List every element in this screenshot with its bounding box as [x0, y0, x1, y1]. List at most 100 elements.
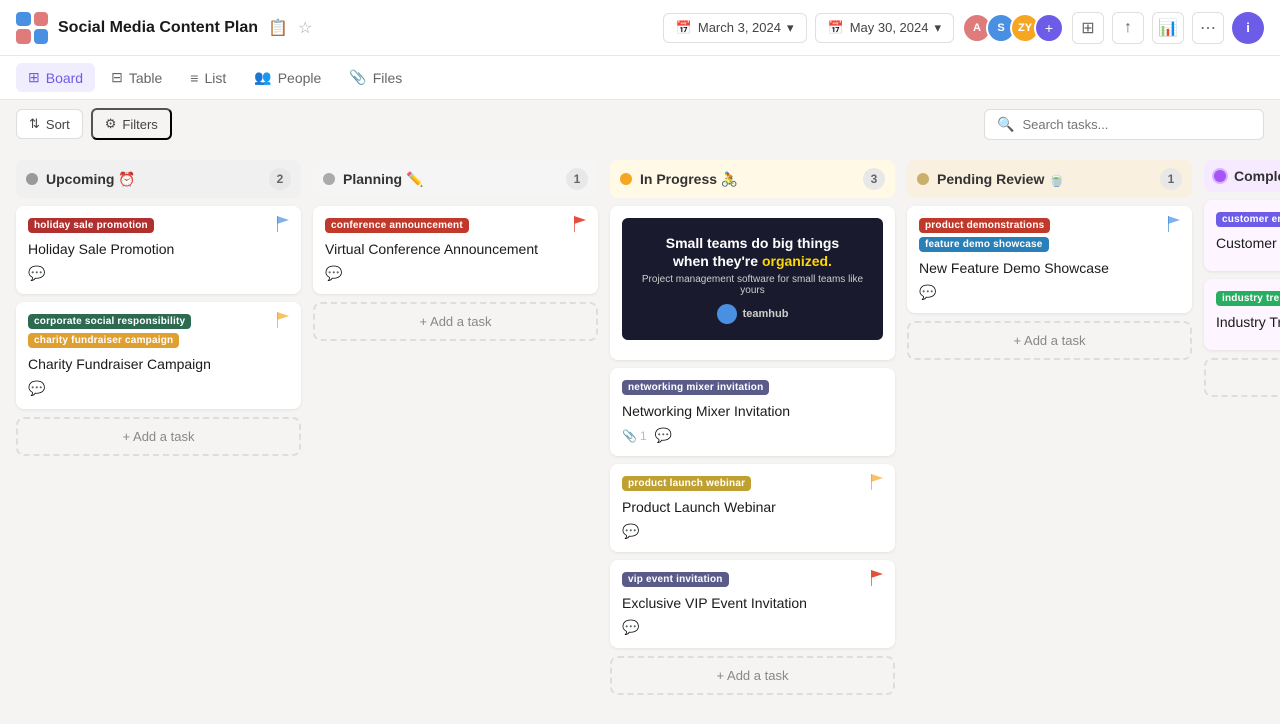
add-member-button[interactable]: +	[1034, 13, 1064, 43]
filter-button[interactable]: ⚙ Filters	[91, 108, 172, 140]
chevron-down-icon: ▾	[787, 20, 794, 36]
column-title-upcoming: Upcoming ⏰	[46, 171, 136, 188]
start-date-button[interactable]: 📅 March 3, 2024 ▾	[663, 13, 807, 43]
card-c3[interactable]: conference announcementVirtual Conferenc…	[313, 206, 598, 294]
add-task-button-upcoming[interactable]: + Add a task	[16, 417, 301, 456]
add-task-button-planning[interactable]: + Add a task	[313, 302, 598, 341]
comment-icon-c1: 💬	[28, 265, 45, 282]
card-footer-c8: 💬	[919, 284, 1180, 301]
tag-vip-event-invitation: vip event invitation	[622, 572, 729, 587]
board-icon: ⊞	[28, 69, 40, 86]
card-title-c1: Holiday Sale Promotion	[28, 241, 289, 257]
inprogress-dot	[620, 173, 632, 185]
tag-product-demonstratio: product demonstrations	[919, 218, 1050, 233]
attach-count: 1	[640, 429, 647, 443]
flag-c1	[277, 216, 291, 237]
card-title-c8: New Feature Demo Showcase	[919, 260, 1180, 276]
nav-bar: ⊞ Board ⊟ Table ≡ List 👥 People 📎 Files	[0, 56, 1280, 100]
tags-c7: vip event invitation	[622, 572, 883, 587]
flag-c2	[277, 312, 291, 333]
card-c10[interactable]: industry trends wor... Industry Trend...	[1204, 279, 1280, 350]
column-planning: Planning ✏️1 conference announcementVirtu…	[313, 160, 598, 341]
add-task-button-inprogress[interactable]: + Add a task	[610, 656, 895, 695]
column-header-complete: Complete	[1204, 160, 1280, 192]
ad-logo-circle	[717, 304, 737, 324]
card-footer-c2: 💬	[28, 380, 289, 397]
tag-holiday-sale-promoti: holiday sale promotion	[28, 218, 154, 233]
end-date-button[interactable]: 📅 May 30, 2024 ▾	[815, 13, 955, 43]
comment-icon-c2: 💬	[28, 380, 45, 397]
complete-dot	[1214, 170, 1226, 182]
tag-customer-engagem...: customer engagem...	[1216, 212, 1280, 227]
card-c1[interactable]: holiday sale promotion Holiday Sale Promo…	[16, 206, 301, 294]
card-title-c7: Exclusive VIP Event Invitation	[622, 595, 883, 611]
card-image-ad: Small teams do big thingswhen they're or…	[622, 218, 883, 340]
ad-logo: teamhub	[717, 304, 789, 324]
column-inprogress: In Progress 🚴3 Small teams do big things…	[610, 160, 895, 695]
tags-c5: networking mixer invitation	[622, 380, 883, 395]
filter-label: Filters	[122, 117, 157, 132]
card-footer-c5: 📎1💬	[622, 427, 883, 444]
card-title-c6: Product Launch Webinar	[622, 499, 883, 515]
comment-icon-c7: 💬	[622, 619, 639, 636]
info-button[interactable]: i	[1232, 12, 1264, 44]
list-icon: ≡	[190, 70, 198, 86]
toolbar: ⇅ Sort ⚙ Filters 🔍	[0, 100, 1280, 148]
attach-icon: 📎	[622, 429, 637, 443]
column-count-upcoming: 2	[269, 168, 291, 190]
favorite-button[interactable]: ☆	[298, 18, 312, 38]
more-options-icon[interactable]: ⋯	[1192, 12, 1224, 44]
comment-icon-c8: 💬	[919, 284, 936, 301]
nav-label-table: Table	[129, 70, 162, 86]
card-title-c10: Industry Trend...	[1216, 314, 1280, 330]
share-icon[interactable]: ↑	[1112, 12, 1144, 44]
filter-icon: ⚙	[105, 116, 117, 132]
nav-item-board[interactable]: ⊞ Board	[16, 63, 95, 92]
column-title-pending: Pending Review 🍵	[937, 171, 1066, 188]
upcoming-dot	[26, 173, 38, 185]
comment-icon-c3: 💬	[325, 265, 342, 282]
nav-item-files[interactable]: 📎 Files	[337, 63, 414, 92]
avatar-group: A S ZY +	[962, 13, 1064, 43]
tags-c10: industry trends wor...	[1216, 291, 1280, 306]
search-input[interactable]	[1022, 117, 1251, 132]
header: Social Media Content Plan 📋 ☆ 📅 March 3,…	[0, 0, 1280, 56]
sort-button[interactable]: ⇅ Sort	[16, 109, 83, 139]
column-header-upcoming: Upcoming ⏰ 2	[16, 160, 301, 198]
card-c5[interactable]: networking mixer invitationNetworking Mi…	[610, 368, 895, 456]
column-header-inprogress: In Progress 🚴3	[610, 160, 895, 198]
card-c2[interactable]: corporate social responsibility charity f…	[16, 302, 301, 409]
card-footer-c7: 💬	[622, 619, 883, 636]
ad-sub: Project management software for small te…	[638, 274, 867, 296]
widget-icon[interactable]: ⊞	[1072, 12, 1104, 44]
nav-item-table[interactable]: ⊟ Table	[99, 63, 174, 92]
flag-c8	[1168, 216, 1182, 237]
tag-corporate-social-res: corporate social responsibility	[28, 314, 191, 329]
card-c7[interactable]: vip event invitation Exclusive VIP Event …	[610, 560, 895, 648]
tag-charity-fundraiser-c: charity fundraiser campaign	[28, 333, 179, 348]
card-c9[interactable]: customer engagem... Customer App...	[1204, 200, 1280, 271]
tag-networking-mixer-inv: networking mixer invitation	[622, 380, 769, 395]
card-c4[interactable]: Small teams do big thingswhen they're or…	[610, 206, 895, 360]
table-icon: ⊟	[111, 69, 123, 86]
add-task-button-pending[interactable]: + Add a task	[907, 321, 1192, 360]
board: Upcoming ⏰ 2 holiday sale promotion Holiday…	[0, 148, 1280, 724]
project-title: Social Media Content Plan	[58, 19, 258, 37]
column-count-planning: 1	[566, 168, 588, 190]
activity-icon[interactable]: 📊	[1152, 12, 1184, 44]
column-header-planning: Planning ✏️1	[313, 160, 598, 198]
column-header-pending: Pending Review 🍵1	[907, 160, 1192, 198]
planning-dot	[323, 173, 335, 185]
header-right: 📅 March 3, 2024 ▾ 📅 May 30, 2024 ▾ A S Z…	[663, 12, 1264, 44]
card-footer-c6: 💬	[622, 523, 883, 540]
end-date-label: May 30, 2024	[850, 20, 929, 35]
card-title-c2: Charity Fundraiser Campaign	[28, 356, 289, 372]
app-logo	[16, 12, 48, 44]
ad-headline: Small teams do big thingswhen they're or…	[666, 234, 839, 270]
nav-item-people[interactable]: 👥 People	[242, 63, 333, 92]
add-task-button-complete[interactable]: + Add a task	[1204, 358, 1280, 397]
card-c6[interactable]: product launch webinarProduct Launch Web…	[610, 464, 895, 552]
nav-item-list[interactable]: ≡ List	[178, 64, 238, 92]
card-c8[interactable]: product demonstrationsfeature demo showc…	[907, 206, 1192, 313]
card-title-c9: Customer App...	[1216, 235, 1280, 251]
